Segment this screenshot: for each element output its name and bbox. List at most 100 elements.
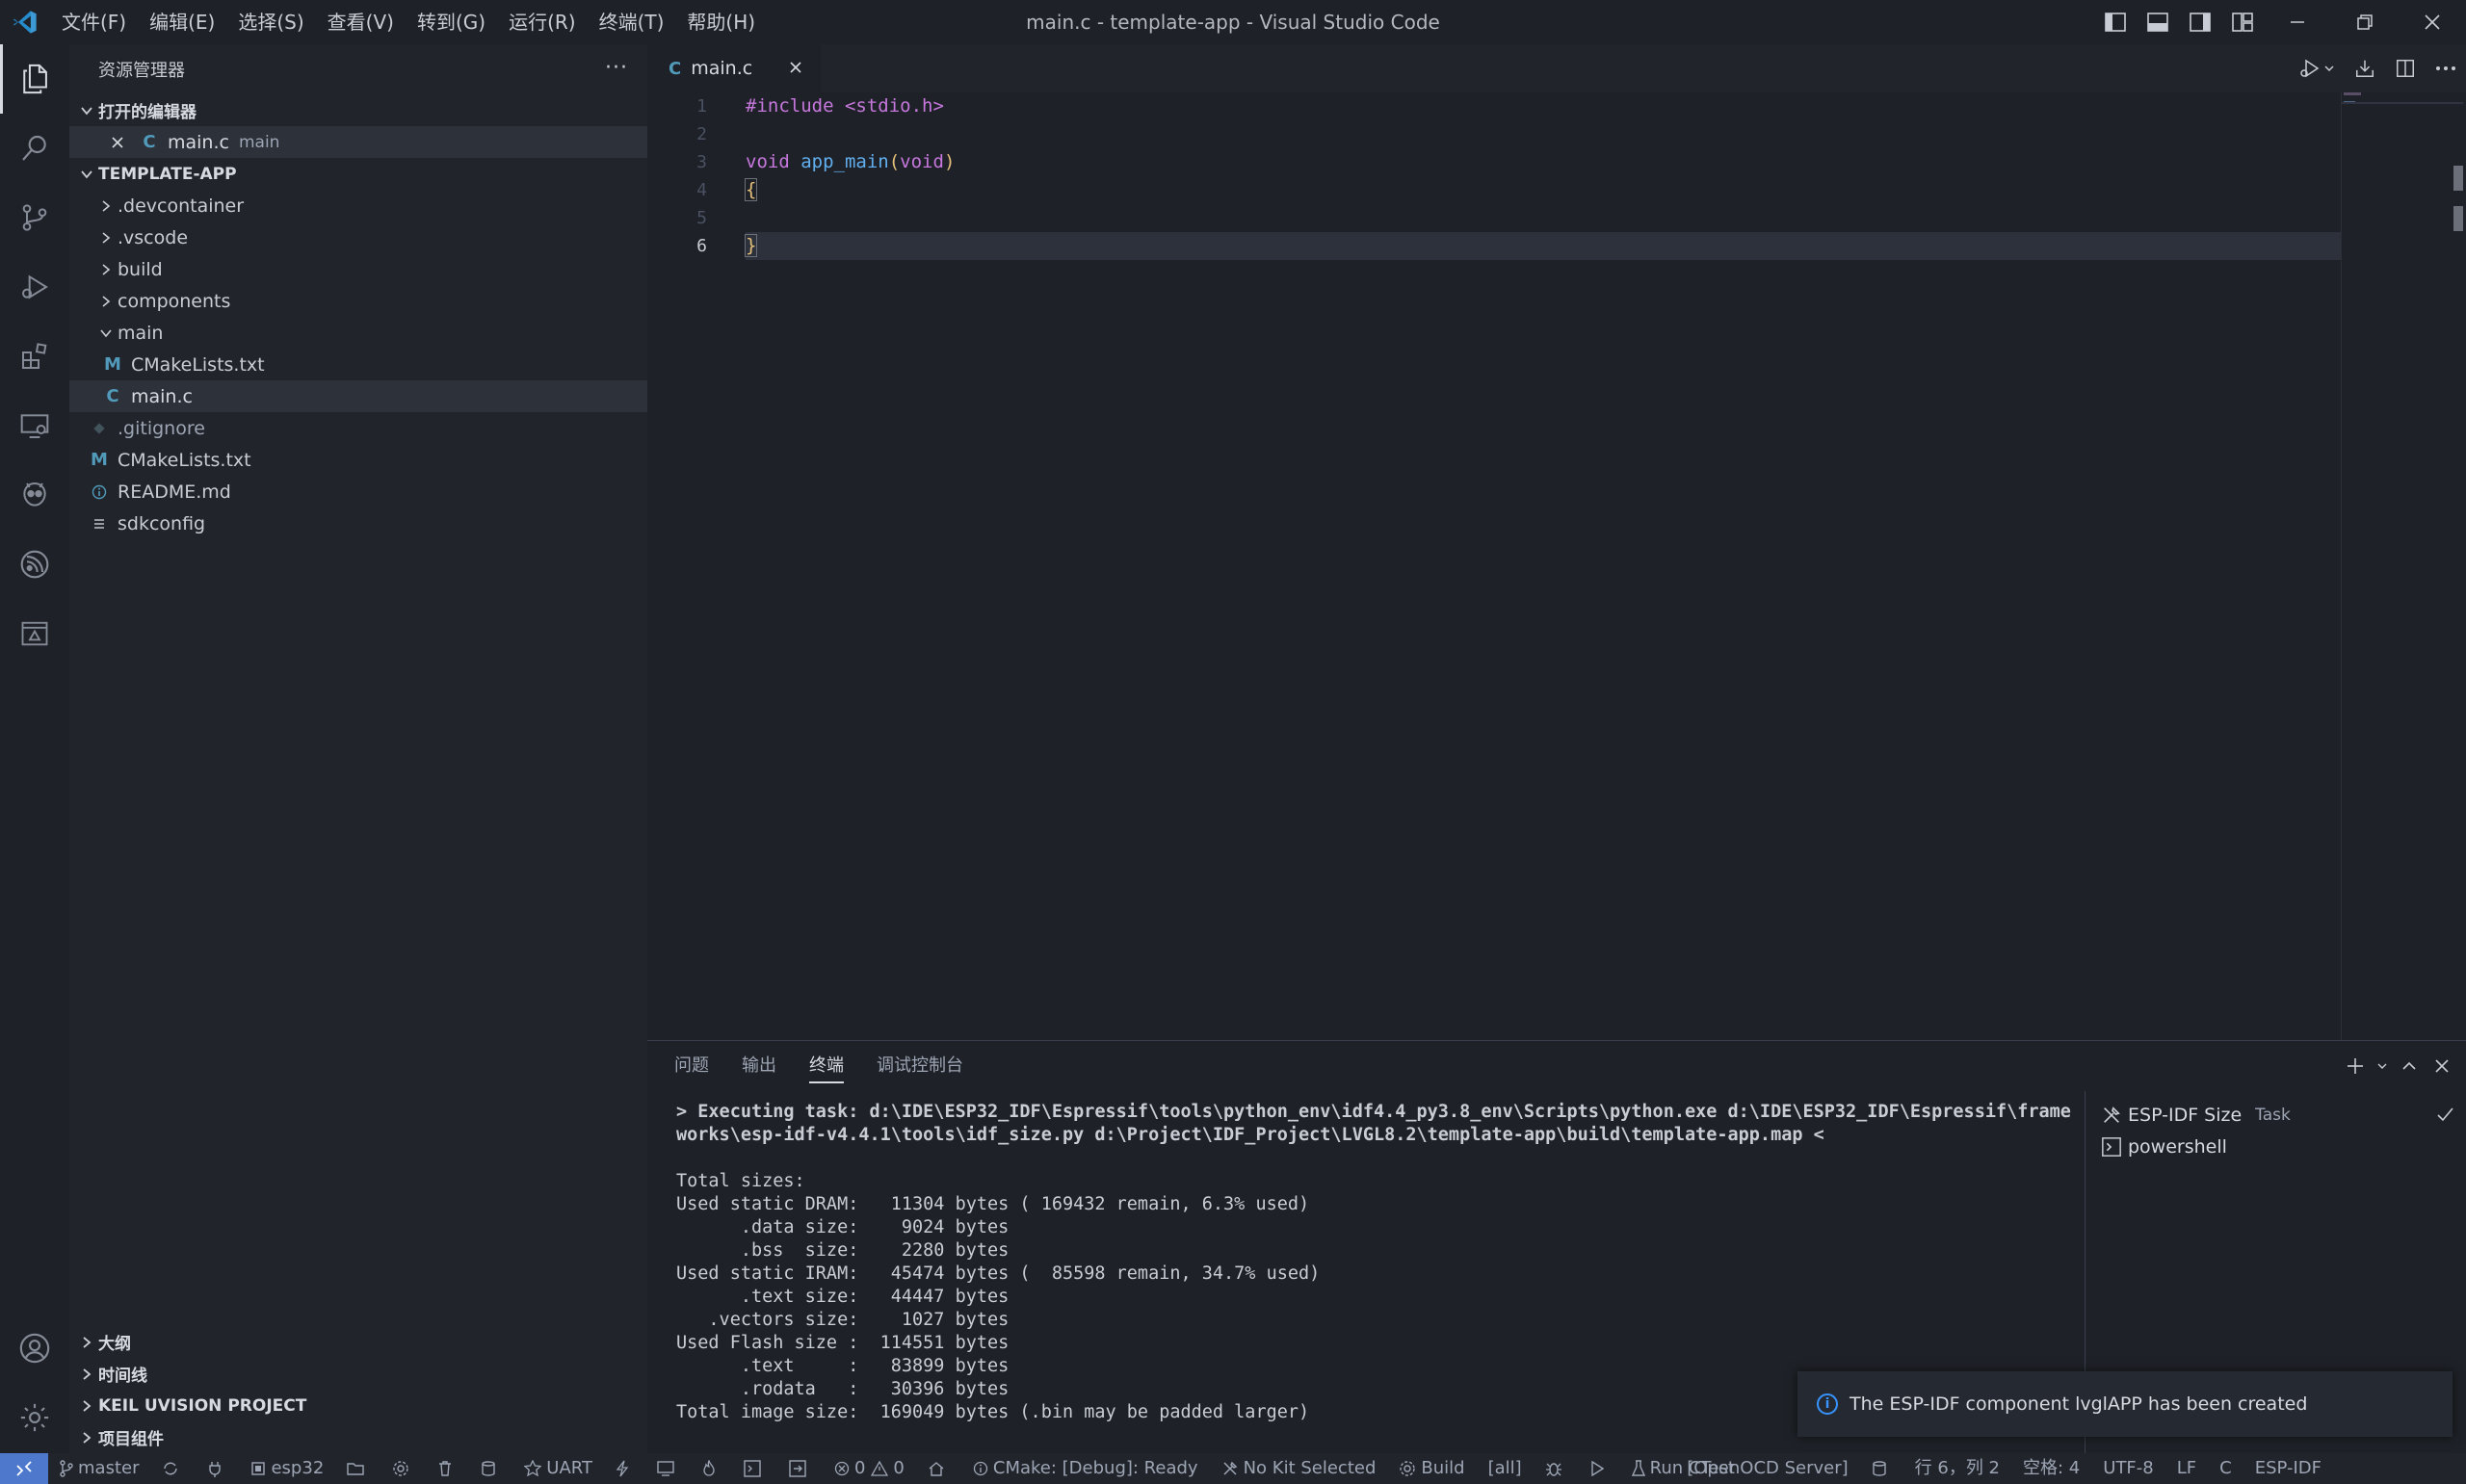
monitor-icon[interactable] xyxy=(645,1453,691,1484)
search-icon[interactable] xyxy=(0,114,69,183)
problems-status[interactable]: 0 0 xyxy=(823,1453,916,1484)
export-icon[interactable] xyxy=(777,1453,823,1484)
end-of-line[interactable]: LF xyxy=(2165,1453,2208,1484)
remote-explorer-icon[interactable] xyxy=(0,391,69,460)
tab-problems[interactable]: 问题 xyxy=(674,1041,709,1091)
section-timeline[interactable]: 时间线 xyxy=(69,1358,647,1390)
build-target[interactable]: [all] xyxy=(1477,1453,1534,1484)
close-icon[interactable] xyxy=(784,56,807,79)
run-debug-dropdown-icon[interactable] xyxy=(2291,44,2345,92)
home-icon[interactable] xyxy=(916,1453,961,1484)
tab-output[interactable]: 输出 xyxy=(742,1041,776,1091)
terminal-icon[interactable] xyxy=(732,1453,777,1484)
toggle-panel-icon[interactable] xyxy=(2137,0,2179,44)
run-debug-icon[interactable] xyxy=(0,252,69,322)
sync-icon[interactable] xyxy=(150,1453,196,1484)
maximize-panel-icon[interactable] xyxy=(2393,1041,2426,1091)
flash-icon[interactable] xyxy=(604,1453,645,1484)
menu-file[interactable]: 文件(F) xyxy=(50,0,138,44)
more-actions-icon[interactable] xyxy=(2426,44,2466,92)
menu-selection[interactable]: 选择(S) xyxy=(226,0,315,44)
toggle-secondary-sidebar-icon[interactable] xyxy=(2179,0,2221,44)
terminal-item-esp-idf-size[interactable]: ESP-IDF Size Task xyxy=(2086,1099,2466,1131)
open-editor-item[interactable]: C main.c main xyxy=(69,126,647,158)
tree-label: components xyxy=(118,290,231,312)
encoding[interactable]: UTF-8 xyxy=(2091,1453,2164,1484)
database-icon[interactable] xyxy=(469,1453,512,1484)
tree-folder-build[interactable]: build xyxy=(69,253,647,285)
tree-file-gitignore[interactable]: .gitignore xyxy=(69,412,647,444)
accounts-icon[interactable] xyxy=(0,1314,69,1383)
section-open-editors[interactable]: 打开的编辑器 xyxy=(69,94,647,126)
flame-icon[interactable] xyxy=(691,1453,732,1484)
download-icon[interactable] xyxy=(2345,44,2385,92)
notification-toast[interactable]: i The ESP-IDF component lvglAPP has been… xyxy=(1797,1371,2453,1437)
split-editor-icon[interactable] xyxy=(2385,44,2426,92)
tab-main-c[interactable]: C main.c xyxy=(647,44,821,92)
menu-terminal[interactable]: 终端(T) xyxy=(588,0,676,44)
extensions-icon[interactable] xyxy=(0,322,69,391)
esp-idf-status[interactable]: ESP-IDF xyxy=(2243,1453,2466,1484)
git-branch-status[interactable]: master xyxy=(48,1453,150,1484)
code-editor[interactable]: 1 2 3 4 5 6 #include <stdio.h> void app_… xyxy=(647,92,2466,1040)
section-keil-project[interactable]: KEIL UVISION PROJECT xyxy=(69,1390,647,1421)
menu-edit[interactable]: 编辑(E) xyxy=(138,0,226,44)
explorer-icon[interactable] xyxy=(0,44,69,114)
tree-file-main-c[interactable]: C main.c xyxy=(69,380,647,412)
section-template-app[interactable]: TEMPLATE-APP xyxy=(69,158,647,190)
restore-icon[interactable] xyxy=(2331,0,2399,44)
run-icon[interactable] xyxy=(1579,1453,1620,1484)
terminal-item-powershell[interactable]: powershell xyxy=(2086,1131,2466,1162)
image-viewer-icon[interactable] xyxy=(0,599,69,668)
trash-icon[interactable] xyxy=(426,1453,469,1484)
tree-folder-devcontainer[interactable]: .devcontainer xyxy=(69,190,647,221)
minimize-icon[interactable] xyxy=(2264,0,2331,44)
tree-folder-vscode[interactable]: .vscode xyxy=(69,221,647,253)
customize-layout-icon[interactable] xyxy=(2221,0,2264,44)
minimap[interactable] xyxy=(2341,92,2466,1040)
tree-file-main-cmakelists[interactable]: M CMakeLists.txt xyxy=(69,349,647,380)
tree-folder-components[interactable]: components xyxy=(69,285,647,317)
section-project-components[interactable]: 项目组件 xyxy=(69,1421,647,1453)
database-icon[interactable] xyxy=(1860,1453,1903,1484)
manage-gear-icon[interactable] xyxy=(0,1383,69,1452)
target-device-status[interactable]: esp32 xyxy=(239,1453,335,1484)
kit-status[interactable]: No Kit Selected xyxy=(1210,1453,1388,1484)
menu-run[interactable]: 运行(R) xyxy=(497,0,588,44)
new-terminal-icon[interactable] xyxy=(2339,1041,2372,1091)
editor-actions xyxy=(2291,44,2466,92)
language-mode[interactable]: C xyxy=(2208,1453,2243,1484)
folder-icon[interactable] xyxy=(335,1453,380,1484)
menu-go[interactable]: 转到(G) xyxy=(406,0,497,44)
openocd-status[interactable]: [OpenOCD Server] xyxy=(1675,1453,1859,1484)
menu-view[interactable]: 查看(V) xyxy=(316,0,406,44)
terminal-output[interactable]: > Executing task: d:\IDE\ESP32_IDF\Espre… xyxy=(676,1101,2071,1424)
section-outline[interactable]: 大纲 xyxy=(69,1326,647,1358)
tree-file-readme[interactable]: README.md xyxy=(69,476,647,508)
explorer-more-icon[interactable]: ··· xyxy=(605,56,628,80)
close-panel-icon[interactable] xyxy=(2426,1041,2458,1091)
cmake-status[interactable]: CMake: [Debug]: Ready xyxy=(961,1453,1210,1484)
platformio-icon[interactable] xyxy=(0,460,69,530)
tree-folder-main[interactable]: main xyxy=(69,317,647,349)
chevron-down-icon[interactable] xyxy=(2372,1041,2393,1091)
indentation[interactable]: 空格: 4 xyxy=(2011,1453,2091,1484)
tab-debug-console[interactable]: 调试控制台 xyxy=(877,1041,963,1091)
cursor-position[interactable]: 行 6，列 2 xyxy=(1903,1453,2011,1484)
debug-bug-icon[interactable] xyxy=(1534,1453,1579,1484)
build-button[interactable]: Build xyxy=(1387,1453,1476,1484)
remote-indicator-icon[interactable] xyxy=(0,1453,48,1484)
uart-status[interactable]: UART xyxy=(512,1453,604,1484)
espressif-icon[interactable] xyxy=(0,530,69,599)
plug-icon[interactable] xyxy=(196,1453,239,1484)
menu-help[interactable]: 帮助(H) xyxy=(675,0,767,44)
tree-file-cmakelists[interactable]: M CMakeLists.txt xyxy=(69,444,647,476)
tree-file-sdkconfig[interactable]: sdkconfig xyxy=(69,508,647,539)
close-icon[interactable] xyxy=(106,131,129,154)
source-control-icon[interactable] xyxy=(0,183,69,252)
close-window-icon[interactable] xyxy=(2399,0,2466,44)
tree-label: .gitignore xyxy=(118,417,205,439)
tab-terminal[interactable]: 终端 xyxy=(809,1041,844,1091)
toggle-sidebar-icon[interactable] xyxy=(2094,0,2137,44)
settings-gear-icon[interactable] xyxy=(380,1453,426,1484)
